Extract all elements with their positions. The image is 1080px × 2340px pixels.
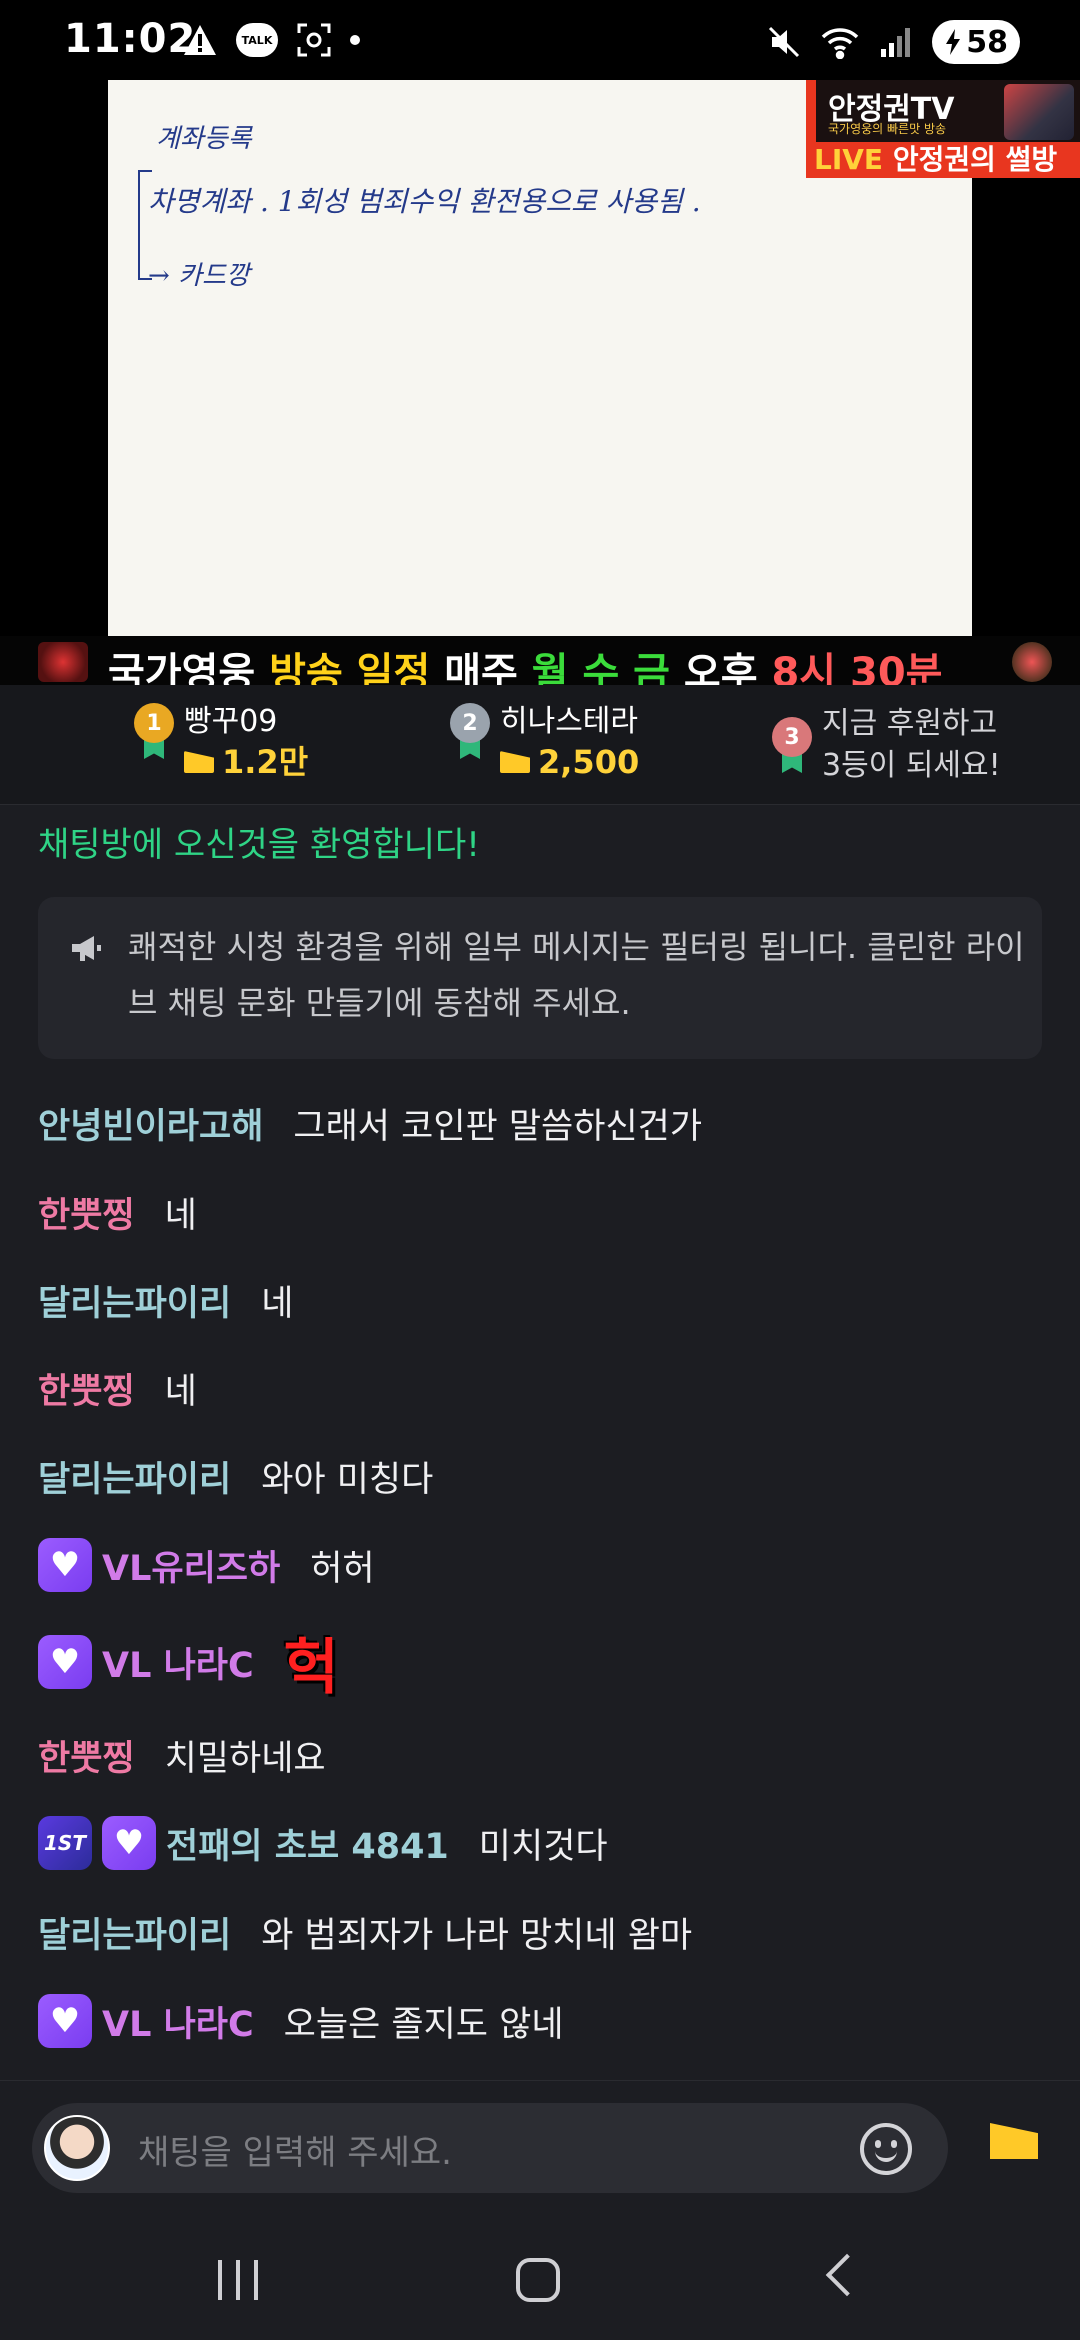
rank-second-name: 히나스테라 [500,704,638,739]
subscriber-heart-icon: ♥ [38,1994,92,2048]
chat-message: 달리는파이리 와 범죄자가 나라 망치네 왐마 [38,1904,692,1960]
handwriting-line-1: 계좌등록 [156,124,252,154]
subscriber-heart-icon: ♥ [38,1538,92,1592]
chat-nickname[interactable]: 안녕빈이라고해 [38,1098,263,1149]
chat-nickname[interactable]: 달리는파이리 [38,1275,231,1326]
signal-icon [876,22,916,62]
show-title-bar: LIVE 안정권의 썰방 [806,142,1080,178]
chat-message: 한뿟찡 네 [38,1360,197,1416]
warning-icon [180,20,220,60]
chat-nickname[interactable]: VL 나라C [102,1637,254,1688]
schedule-ticker: 국가영웅 방송 일정 매주 월 수 금 오후 8시 30분 [0,636,1080,696]
chat-text: 와 범죄자가 나라 망치네 왐마 [261,1915,693,1956]
rank-third[interactable]: 3 지금 후원하고 3등이 되세요! [770,703,1001,787]
chat-text: 그래서 코인판 말씀하신건가 [293,1106,703,1147]
video-player[interactable]: 계좌등록 차명계좌 . 1회성 범죄수익 환전용으로 사용됨 . → 카드깡 안… [0,80,1080,696]
host-portrait-image [1004,84,1074,140]
donation-ranking[interactable]: 1 빵꾸09 1.2만 2 히나스테라 2,500 3 지금 후원하고 3등이 … [0,685,1080,805]
system-nav-bar [0,2220,1080,2340]
chat-input-bar: 채팅을 입력해 주세요. [0,2080,1080,2220]
megaphone-icon [68,931,104,967]
rank-third-cta-line1: 지금 후원하고 [822,706,998,741]
rank-second-amount: 2,500 [538,743,640,781]
show-title: 안정권의 썰방 [892,143,1058,176]
gold-medal-icon: 1 [132,703,176,759]
chat-message: 한뿟찡 치밀하네요 [38,1727,326,1783]
chat-message: 달리는파이리 네 [38,1272,293,1328]
subscriber-heart-icon: ♥ [38,1635,92,1689]
bronze-medal-icon: 3 [770,717,814,773]
recent-apps-button[interactable] [218,2260,258,2300]
status-time: 11:02 [64,16,197,62]
chat-text: 네 [164,1195,197,1236]
subscriber-heart-icon: ♥ [102,1816,156,1870]
screenshot-icon [294,20,334,60]
chat-nickname[interactable]: 달리는파이리 [38,1451,231,1502]
user-avatar[interactable] [44,2115,110,2181]
chat-text: 네 [261,1283,294,1324]
emblem-left-icon [38,642,88,682]
emoji-button[interactable] [860,2123,912,2175]
mute-icon [764,22,804,62]
rank-first-amount: 1.2만 [222,743,309,781]
emblem-right-icon [1012,642,1052,682]
cheese-icon [500,751,530,773]
chat-nickname[interactable]: 한뿟찡 [38,1187,135,1238]
chat-text: 네 [164,1371,197,1412]
chat-message: ♥ VL유리즈하 허허 [38,1537,375,1593]
cheese-donation-button[interactable] [990,2123,1038,2159]
chat-text: 허허 [310,1548,375,1589]
handwriting-line-2: 차명계좌 . 1회성 범죄수익 환전용으로 사용됨 . [148,185,701,218]
chat-message: 안녕빈이라고해 그래서 코인판 말씀하신건가 [38,1095,702,1151]
battery-level: 58 [966,24,1008,60]
channel-tagline: 국가영웅의 빠른맛 방송 [828,122,947,136]
chat-notice: 쾌적한 시청 환경을 위해 일부 메시지는 필터링 됩니다. 클린한 라이브 채… [38,897,1042,1059]
chat-text: 헉 [283,1632,339,1703]
rank-second[interactable]: 2 히나스테라 2,500 [448,703,639,783]
chat-input[interactable]: 채팅을 입력해 주세요. [32,2103,948,2193]
more-notifications-dot [350,35,360,45]
chat-message: ♥ VL 나라C 헉 [38,1627,339,1703]
chat-message: ♥ VL 나라C 오늘은 졸지도 않네 [38,1993,564,2049]
chat-text: 미치것다 [478,1826,608,1867]
handwriting-line-3: → 카드깡 [148,261,250,291]
system-icons: 58 [764,20,1020,64]
chat-list[interactable]: 채팅방에 오신것을 환영합니다! 쾌적한 시청 환경을 위해 일부 메시지는 필… [0,805,1080,2080]
back-button[interactable] [825,2253,869,2297]
cheese-icon [184,751,214,773]
chat-nickname[interactable]: 전패의 초보 4841 [166,1818,449,1869]
live-label: LIVE [814,143,884,176]
chat-text: 오늘은 졸지도 않네 [283,2004,564,2045]
status-bar: 11:02 TALK 58 [0,0,1080,80]
home-button[interactable] [516,2258,560,2302]
channel-overlay: 안정권TV 국가영웅의 빠른맛 방송 LIVE 안정권의 썰방 [806,80,1080,178]
chat-input-placeholder: 채팅을 입력해 주세요. [138,2133,452,2173]
chat-nickname[interactable]: 달리는파이리 [38,1907,231,1958]
chat-nickname[interactable]: VL유리즈하 [102,1540,280,1591]
chat-message: 달리는파이리 와아 미칭다 [38,1448,433,1504]
chat-message: 1ST ♥ 전패의 초보 4841 미치것다 [38,1815,608,1871]
wifi-icon [820,22,860,62]
battery-indicator: 58 [932,20,1020,64]
rank-third-cta-line2: 3등이 되세요! [822,748,1001,783]
rank-first-name: 빵꾸09 [184,704,278,739]
notification-icons: TALK [180,20,360,60]
charging-icon [946,29,961,55]
chat-text: 와아 미칭다 [261,1459,434,1500]
chat-nickname[interactable]: 한뿟찡 [38,1363,135,1414]
welcome-message: 채팅방에 오신것을 환영합니다! [38,825,480,865]
channel-logo-box: 안정권TV 국가영웅의 빠른맛 방송 [806,80,1080,142]
chat-nickname[interactable]: VL 나라C [102,1996,254,2047]
first-donor-badge-icon: 1ST [38,1816,92,1870]
silver-medal-icon: 2 [448,703,492,759]
rank-first[interactable]: 1 빵꾸09 1.2만 [132,703,308,783]
chat-nickname[interactable]: 한뿟찡 [38,1730,135,1781]
notice-text: 쾌적한 시청 환경을 위해 일부 메시지는 필터링 됩니다. 클린한 라이브 채… [128,928,1025,1022]
chat-message: 한뿟찡 네 [38,1184,197,1240]
chat-text: 치밀하네요 [164,1738,326,1779]
kakaotalk-icon: TALK [236,23,278,57]
